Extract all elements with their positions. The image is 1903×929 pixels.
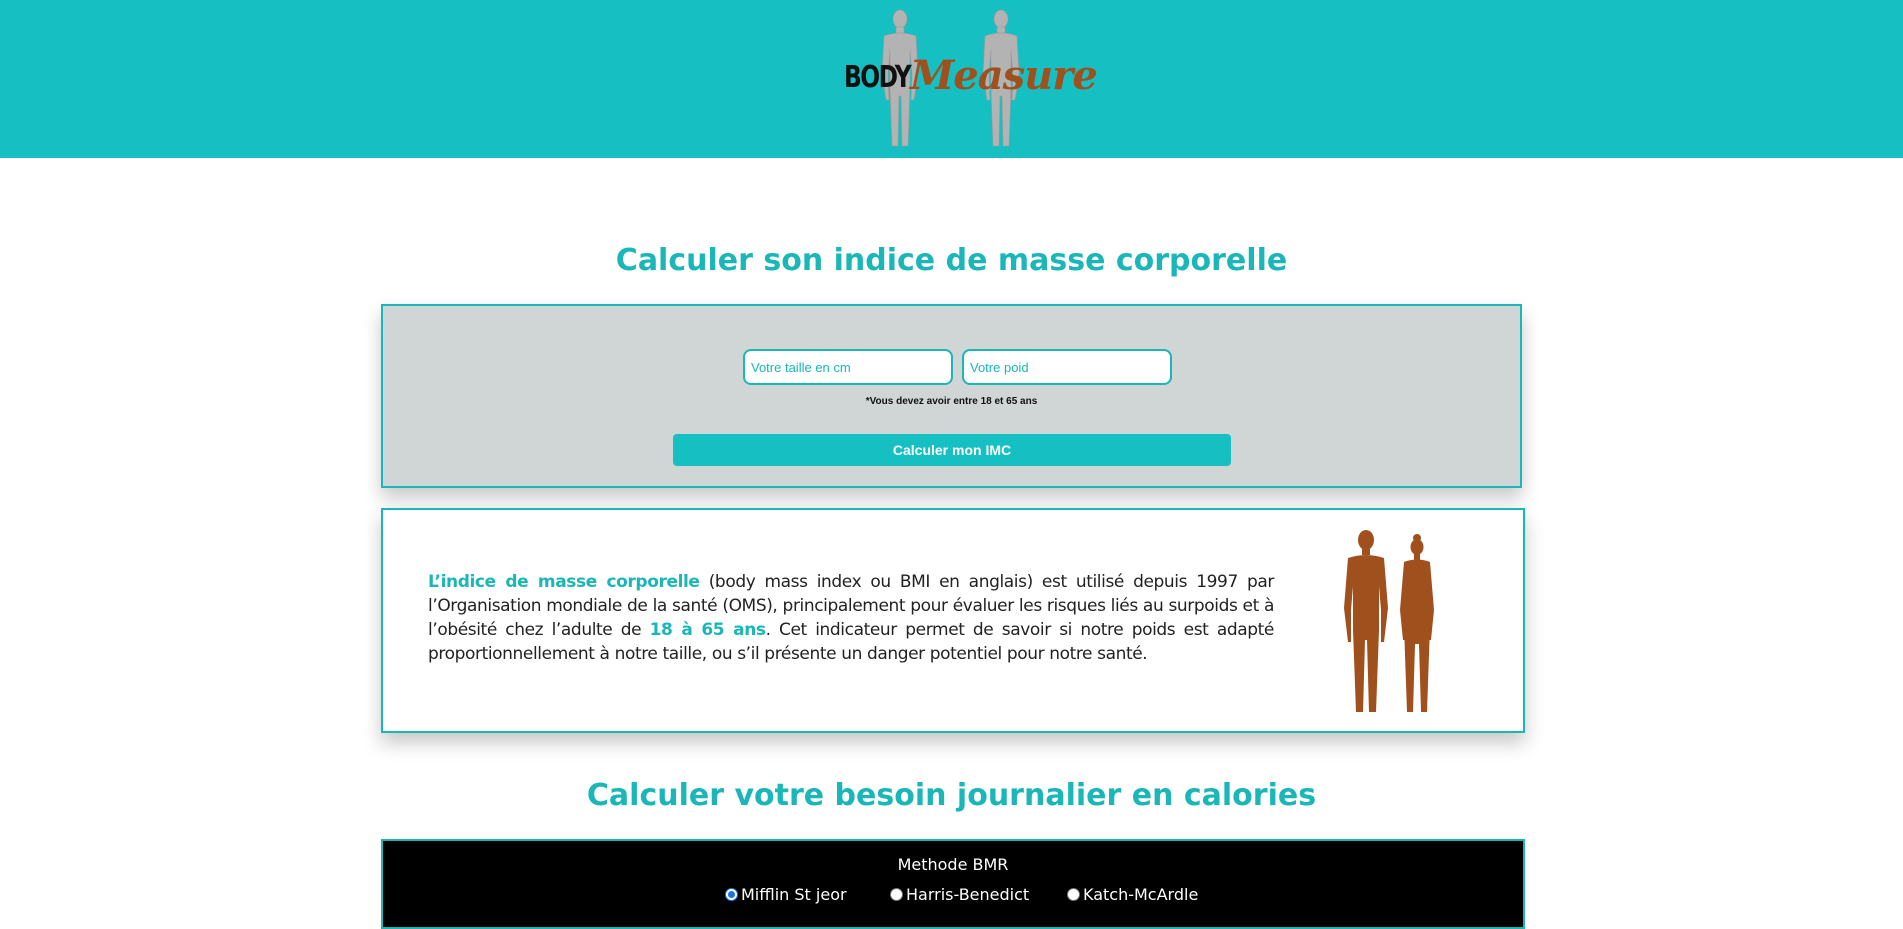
bmr-method-label: Methode BMR bbox=[897, 855, 1009, 874]
man-woman-silhouette-icon bbox=[1344, 530, 1434, 712]
logo-word-measure: Measure bbox=[910, 52, 1098, 99]
site-header: BODY Measure bbox=[0, 0, 1903, 158]
calories-section-title: Calculer votre besoin journalier en calo… bbox=[586, 778, 1317, 813]
imc-term-highlight: L’indice de masse corporelle bbox=[428, 572, 700, 592]
radio-button[interactable] bbox=[890, 888, 903, 901]
logo-word-body: BODY bbox=[844, 60, 912, 95]
radio-label: Mifflin St jeor bbox=[741, 885, 847, 904]
calculate-imc-button[interactable]: Calculer mon IMC bbox=[673, 434, 1231, 466]
imc-description: L’indice de masse corporelle (body mass … bbox=[428, 570, 1274, 666]
radio-label: Harris-Benedict bbox=[906, 885, 1030, 904]
weight-input[interactable] bbox=[962, 349, 1172, 385]
imc-info-card: L’indice de masse corporelle (body mass … bbox=[381, 508, 1525, 733]
radio-label: Katch-McArdle bbox=[1083, 885, 1199, 904]
imc-section-title: Calculer son indice de masse corporelle bbox=[615, 243, 1288, 278]
imc-form: *Vous devez avoir entre 18 et 65 ans Cal… bbox=[381, 304, 1522, 488]
age-range-highlight: 18 à 65 ans bbox=[649, 620, 766, 640]
radio-button[interactable] bbox=[1067, 888, 1080, 901]
site-logo[interactable]: BODY Measure bbox=[838, 0, 1098, 158]
radio-harris-benedict[interactable]: Harris-Benedict bbox=[890, 885, 1029, 904]
age-requirement-note: *Vous devez avoir entre 18 et 65 ans bbox=[865, 396, 1038, 407]
radio-mifflin-st-jeor[interactable]: Mifflin St jeor bbox=[725, 885, 847, 904]
radio-button-checked[interactable] bbox=[725, 888, 738, 901]
calories-form: Methode BMR Mifflin St jeor Harris-Bened… bbox=[381, 839, 1525, 929]
height-input[interactable] bbox=[743, 349, 953, 385]
radio-katch-mcardle[interactable]: Katch-McArdle bbox=[1067, 885, 1198, 904]
